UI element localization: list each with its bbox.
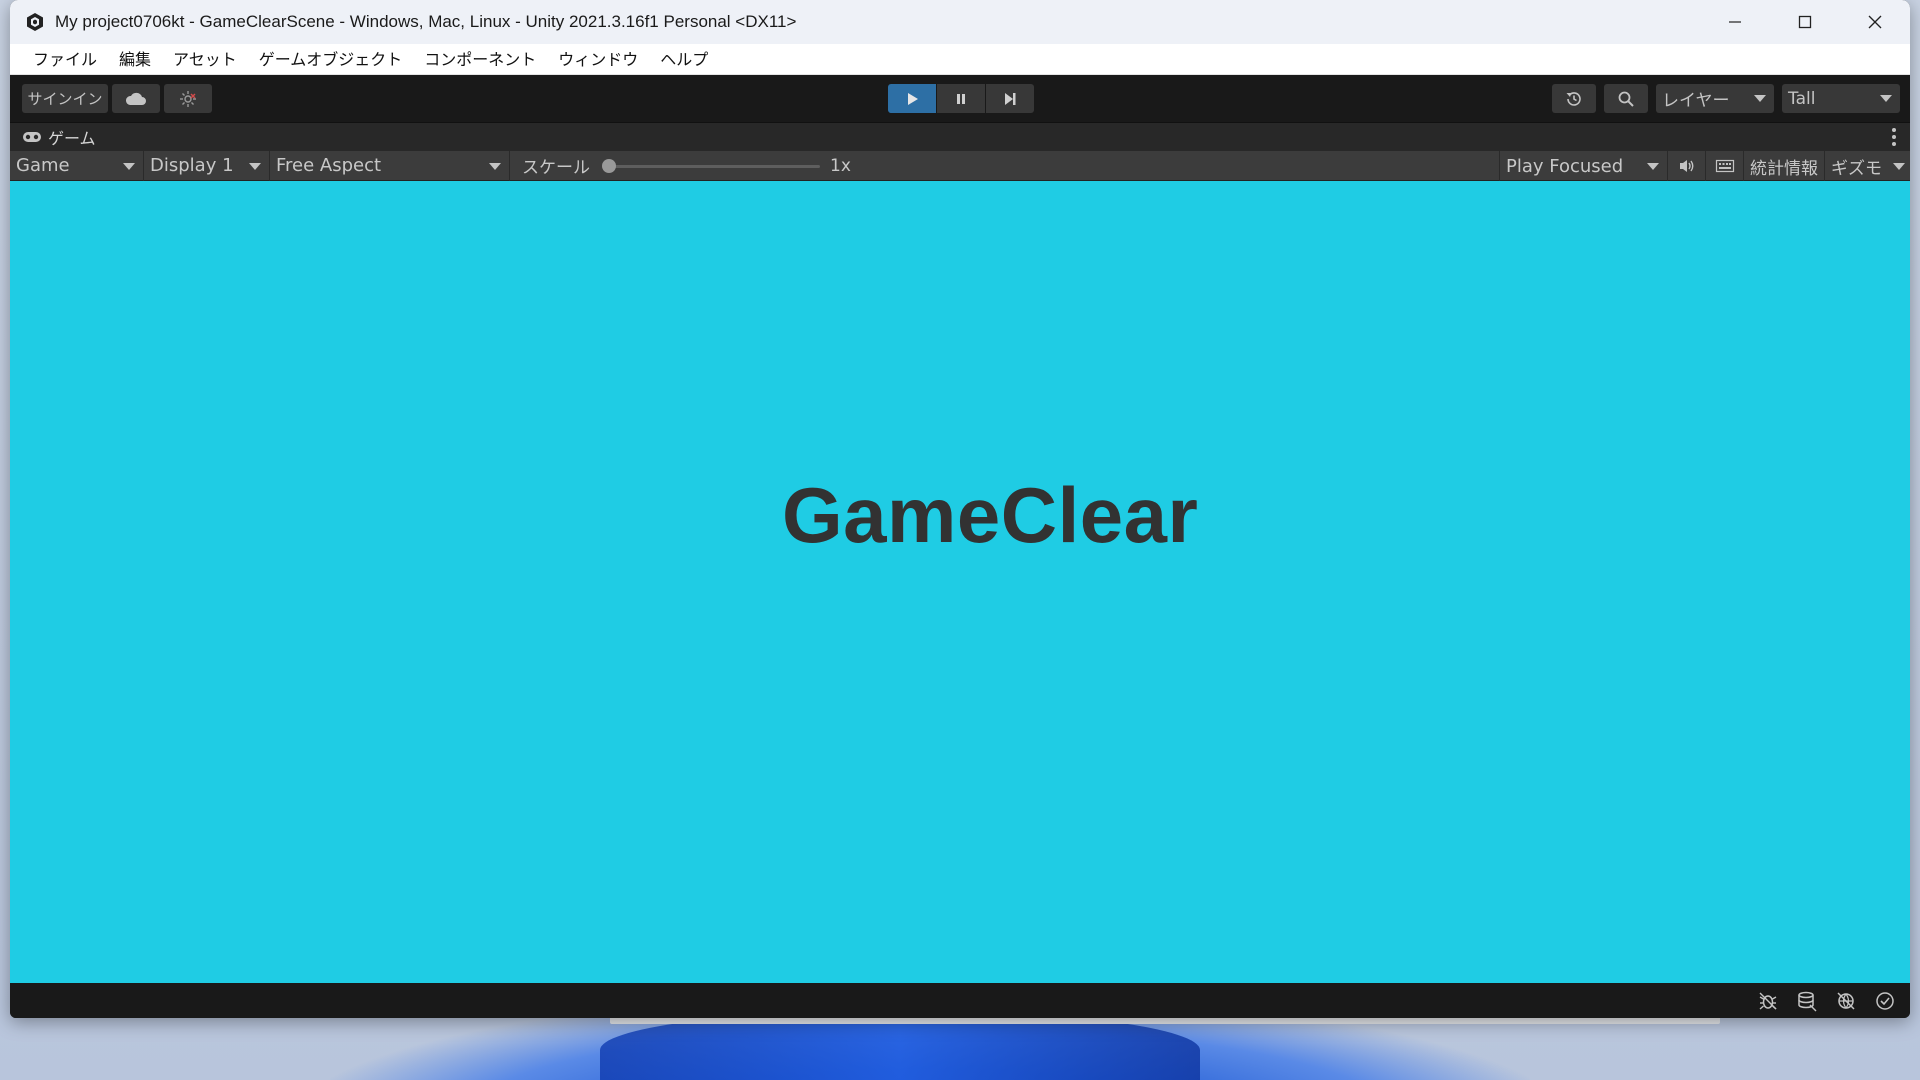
history-button[interactable] <box>1552 84 1596 113</box>
chevron-down-icon <box>1754 95 1766 102</box>
collab-icon <box>180 90 196 107</box>
menu-help[interactable]: ヘルプ <box>649 44 719 75</box>
maximize-icon <box>1798 15 1812 29</box>
minimize-button[interactable] <box>1700 0 1770 44</box>
game-clear-text: GameClear <box>782 471 1199 559</box>
chevron-down-icon <box>1647 163 1659 170</box>
display-label: Display 1 <box>150 155 234 176</box>
scale-slider[interactable] <box>600 156 820 176</box>
debug-bug-icon[interactable] <box>1753 988 1783 1014</box>
tab-game[interactable]: ゲーム <box>48 125 96 149</box>
scale-slider-track <box>608 164 820 168</box>
check-circle-icon[interactable] <box>1870 988 1900 1014</box>
aspect-dropdown[interactable]: Free Aspect <box>270 150 510 181</box>
history-icon <box>1566 91 1581 106</box>
menu-edit[interactable]: 編集 <box>108 44 162 75</box>
cache-server-icon[interactable] <box>1792 988 1822 1014</box>
menu-window[interactable]: ウィンドウ <box>547 44 649 75</box>
menu-gameobject[interactable]: ゲームオブジェクト <box>248 44 414 75</box>
search-button[interactable] <box>1604 84 1648 113</box>
pause-button[interactable] <box>937 84 985 113</box>
view-mode-dropdown[interactable]: Game <box>10 150 144 181</box>
close-button[interactable] <box>1840 0 1910 44</box>
keyboard-icon <box>1715 159 1734 173</box>
network-off-icon[interactable] <box>1831 988 1861 1014</box>
speaker-icon <box>1679 160 1693 172</box>
unity-logo-icon <box>24 11 46 33</box>
step-button[interactable] <box>986 84 1034 113</box>
gizmos-dropdown[interactable] <box>1888 151 1910 181</box>
chevron-down-icon <box>249 162 261 170</box>
toolbar-right: レイヤー Tall <box>1544 84 1900 113</box>
title-bar: My project0706kt - GameClearScene - Wind… <box>10 0 1910 44</box>
cloud-icon <box>125 92 146 105</box>
play-icon <box>908 92 918 105</box>
window-title: My project0706kt - GameClearScene - Wind… <box>55 12 797 31</box>
play-button[interactable] <box>888 84 936 113</box>
maximize-button[interactable] <box>1770 0 1840 44</box>
display-dropdown[interactable]: Display 1 <box>144 150 270 181</box>
game-view-toolbar: Game Display 1 Free Aspect スケール 1x Play … <box>10 150 1910 181</box>
chevron-down-icon <box>123 162 135 170</box>
stats-button[interactable]: 統計情報 <box>1743 151 1824 181</box>
collab-button[interactable] <box>164 84 212 113</box>
more-options-icon[interactable] <box>1892 128 1896 149</box>
game-view-toolbar-right: Play Focused 統計情報 ギズモ <box>1499 151 1910 181</box>
scale-slider-thumb[interactable] <box>602 158 616 173</box>
step-icon <box>1005 92 1016 105</box>
game-viewport[interactable] <box>10 181 1910 983</box>
mute-audio-button[interactable] <box>1667 151 1705 181</box>
view-mode-label: Game <box>16 155 70 176</box>
signin-button[interactable]: サインイン <box>22 84 108 113</box>
minimize-icon <box>1729 21 1741 23</box>
main-toolbar: サインイン レイヤー Tall <box>10 75 1910 122</box>
gizmos-button[interactable]: ギズモ <box>1824 151 1888 181</box>
aspect-label: Free Aspect <box>276 155 382 176</box>
play-mode-dropdown[interactable]: Play Focused <box>1499 151 1667 181</box>
layout-dropdown[interactable]: Tall <box>1782 84 1900 113</box>
unity-editor-window: My project0706kt - GameClearScene - Wind… <box>10 0 1910 1018</box>
playmode-controls <box>888 84 1035 113</box>
menu-component[interactable]: コンポーネント <box>413 44 547 75</box>
layers-label: レイヤー <box>1662 91 1730 111</box>
chevron-down-icon <box>489 162 501 170</box>
chevron-down-icon <box>1893 163 1905 170</box>
cloud-button[interactable] <box>112 84 160 113</box>
menu-assets[interactable]: アセット <box>162 44 248 75</box>
layers-dropdown[interactable]: レイヤー <box>1656 84 1774 113</box>
close-icon <box>1868 15 1882 29</box>
scale-label: スケール <box>522 158 590 178</box>
pause-icon <box>957 93 965 104</box>
gamepad-icon <box>22 130 44 144</box>
search-icon <box>1618 91 1634 107</box>
shortcuts-button[interactable] <box>1705 151 1743 181</box>
layout-label: Tall <box>1788 88 1816 109</box>
status-bar <box>10 983 1910 1018</box>
play-mode-label: Play Focused <box>1506 155 1624 177</box>
scale-value: 1x <box>830 155 851 176</box>
window-controls <box>1700 0 1910 44</box>
chevron-down-icon <box>1880 95 1892 102</box>
menu-bar: ファイル 編集 アセット ゲームオブジェクト コンポーネント ウィンドウ ヘルプ <box>10 44 1910 75</box>
menu-file[interactable]: ファイル <box>22 44 108 75</box>
game-tab-bar: ゲーム <box>10 122 1910 151</box>
